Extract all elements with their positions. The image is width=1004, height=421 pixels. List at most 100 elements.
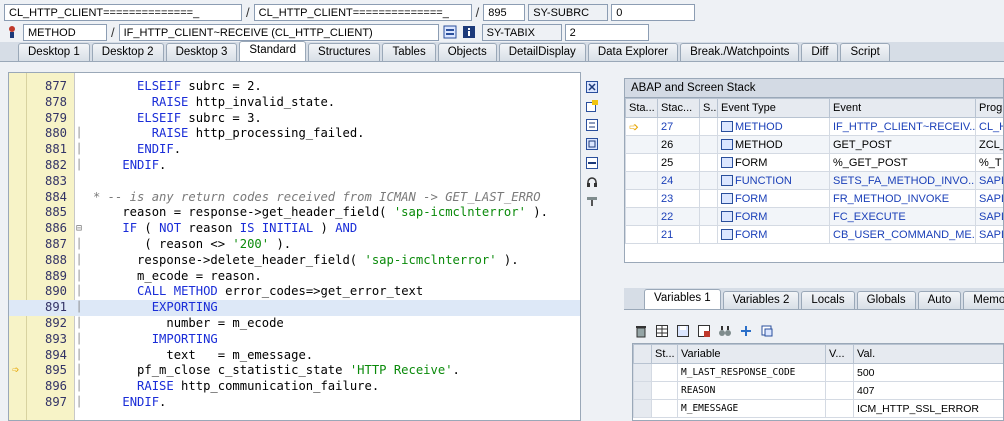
vars-tab-locals[interactable]: Locals	[801, 291, 855, 309]
maximize-icon[interactable]	[585, 137, 599, 151]
code-line[interactable]: 888 │ response->delete_header_field( 'sap…	[9, 253, 580, 269]
tab-standard[interactable]: Standard	[239, 41, 307, 61]
stack-event[interactable]: FR_METHOD_INVOKE	[829, 189, 976, 208]
main-program-field[interactable]: CL_HTTP_CLIENT==============_	[4, 3, 242, 21]
stack-row[interactable]: 23 FORMFR_METHOD_INVOKESAPL	[625, 189, 1003, 208]
load-icon[interactable]	[697, 324, 711, 338]
code-line[interactable]: 893 │ IMPORTING	[9, 332, 580, 348]
stack-row[interactable]: 21 FORMCB_USER_COMMAND_ME...SAPL	[625, 225, 1003, 244]
tab-desktop-1[interactable]: Desktop 1	[18, 43, 90, 61]
transfer-icon[interactable]	[739, 324, 753, 338]
tab-script[interactable]: Script	[840, 43, 890, 61]
code-line[interactable]: 892 │ number = m_ecode	[9, 316, 580, 332]
event-type-field[interactable]: METHOD	[23, 23, 107, 41]
event-field[interactable]: IF_HTTP_CLIENT~RECEIVE (CL_HTTP_CLIENT)	[118, 23, 439, 41]
code-line[interactable]: 896 │ RAISE http_communication_failure.	[9, 379, 580, 395]
tab-objects[interactable]: Objects	[437, 43, 497, 61]
include-program-field[interactable]: CL_HTTP_CLIENT==============_	[253, 3, 472, 21]
stack-event[interactable]: SETS_FA_METHOD_INVO...	[829, 171, 976, 190]
code-line[interactable]: 889 │ m_ecode = reason.	[9, 269, 580, 285]
tab-break-watchpoints[interactable]: Break./Watchpoints	[680, 43, 800, 61]
stack-event[interactable]: GET_POST	[829, 135, 976, 154]
variable-value[interactable]: 407	[853, 381, 1003, 400]
variable-name[interactable]: M_LAST_RESPONSE_CODE	[677, 363, 826, 382]
tab-desktop-3[interactable]: Desktop 3	[165, 43, 238, 61]
stack-row[interactable]: 26 METHOD GET_POST ZCL_	[625, 135, 1003, 154]
variable-name[interactable]: M_EMESSAGE	[677, 399, 826, 418]
refresh-icon[interactable]	[760, 324, 774, 338]
stack-program[interactable]: SAPL	[975, 171, 1003, 190]
stack-program[interactable]: CL_H	[975, 117, 1003, 136]
watch-icon[interactable]	[718, 324, 732, 338]
tools-icon[interactable]	[585, 194, 599, 208]
stack-program[interactable]: SAPL	[975, 207, 1003, 226]
table-icon[interactable]	[655, 324, 669, 338]
stack-column-header[interactable]: Progr	[975, 98, 1003, 118]
stack-column-header[interactable]: Event	[829, 98, 976, 118]
code-line[interactable]: 879 ELSEIF subrc = 3.	[9, 111, 580, 127]
vars-column-header[interactable]: Variable	[677, 344, 826, 364]
stack-column-header[interactable]: Sta...	[625, 98, 658, 118]
tab-tables[interactable]: Tables	[382, 43, 436, 61]
row-selector[interactable]	[633, 363, 652, 382]
tab-diff[interactable]: Diff	[801, 43, 839, 61]
code-line[interactable]: 877 ELSEIF subrc = 2.	[9, 79, 580, 95]
close-icon[interactable]	[585, 80, 599, 94]
code-line[interactable]: 880 │ RAISE http_processing_failed.	[9, 126, 580, 142]
headset-icon[interactable]	[585, 175, 599, 189]
code-line[interactable]: 881 │ ENDIF.	[9, 142, 580, 158]
vars-tab-variables-1[interactable]: Variables 1	[644, 289, 721, 309]
save-icon[interactable]	[676, 324, 690, 338]
variable-row[interactable]: M_LAST_RESPONSE_CODE 500	[633, 363, 1003, 382]
fold-toggle-icon[interactable]: ⊟	[76, 221, 82, 237]
stack-program[interactable]: SAPL	[975, 225, 1003, 244]
variable-value[interactable]: ICM_HTTP_SSL_ERROR	[853, 399, 1003, 418]
tab-data-explorer[interactable]: Data Explorer	[587, 43, 679, 61]
code-line[interactable]: 885 reason = response->get_header_field(…	[9, 205, 580, 221]
stack-row[interactable]: 24 FUNCTIONSETS_FA_METHOD_INVO...SAPL	[625, 171, 1003, 190]
stack-event[interactable]: %_GET_POST	[829, 153, 976, 172]
code-line[interactable]: 891 │ EXPORTING	[9, 300, 580, 316]
code-line[interactable]: 878 RAISE http_invalid_state.	[9, 95, 580, 111]
stack-program[interactable]: SAPL	[975, 189, 1003, 208]
stack-row[interactable]: 25 FORM %_GET_POST %_T	[625, 153, 1003, 172]
code-line[interactable]: 886 ⊟ IF ( NOT reason IS INITIAL ) AND	[9, 221, 580, 237]
delete-icon[interactable]	[634, 324, 648, 338]
vars-tab-memory[interactable]: Memory	[963, 291, 1004, 309]
code-line[interactable]: 882 │ ENDIF.	[9, 158, 580, 174]
vars-column-header[interactable]: Val.	[853, 344, 1003, 364]
vars-column-header[interactable]: St...	[651, 344, 678, 364]
stack-event[interactable]: FC_EXECUTE	[829, 207, 976, 226]
tab-detaildisplay[interactable]: DetailDisplay	[498, 43, 586, 61]
code-line[interactable]: 894 │ text = m_emessage.	[9, 348, 580, 364]
stack-event[interactable]: IF_HTTP_CLIENT~RECEIV...	[829, 117, 976, 136]
stack-program[interactable]: ZCL_	[975, 135, 1003, 154]
vars-column-header[interactable]: V...	[825, 344, 854, 364]
stack-column-header[interactable]: Stac...	[657, 98, 700, 118]
variable-value[interactable]: 500	[853, 363, 1003, 382]
code-line[interactable]: 890 │ CALL METHOD error_codes=>get_error_…	[9, 284, 580, 300]
stack-row[interactable]: ➩ 27 METHODIF_HTTP_CLIENT~RECEIV...CL_H	[625, 117, 1003, 136]
new-window-icon[interactable]	[585, 99, 599, 113]
code-line[interactable]: 887 │ ( reason <> '200' ).	[9, 237, 580, 253]
split-icon[interactable]	[585, 156, 599, 170]
vars-tab-globals[interactable]: Globals	[856, 291, 916, 309]
stack-column-header[interactable]: S...	[699, 98, 718, 118]
tab-desktop-2[interactable]: Desktop 2	[91, 43, 164, 61]
tab-structures[interactable]: Structures	[308, 43, 381, 61]
stack-row[interactable]: 22 FORMFC_EXECUTESAPL	[625, 207, 1003, 226]
line-number-field[interactable]: 895	[483, 3, 526, 21]
code-line[interactable]: 883	[9, 174, 580, 190]
row-selector[interactable]	[633, 399, 652, 418]
stack-column-header[interactable]: Event Type	[717, 98, 830, 118]
swap-icon[interactable]	[585, 118, 599, 132]
display-object-icon[interactable]	[442, 24, 458, 40]
code-line[interactable]: 884 * -- is any return codes received fro…	[9, 190, 580, 206]
vars-tab-auto[interactable]: Auto	[917, 291, 962, 309]
variable-row[interactable]: M_EMESSAGE ICM_HTTP_SSL_ERROR	[633, 399, 1003, 418]
vars-tab-variables-2[interactable]: Variables 2	[722, 291, 800, 309]
row-selector[interactable]	[633, 381, 652, 400]
variable-row[interactable]: REASON 407	[633, 381, 1003, 400]
stack-program[interactable]: %_T	[975, 153, 1003, 172]
info-icon[interactable]	[461, 24, 477, 40]
